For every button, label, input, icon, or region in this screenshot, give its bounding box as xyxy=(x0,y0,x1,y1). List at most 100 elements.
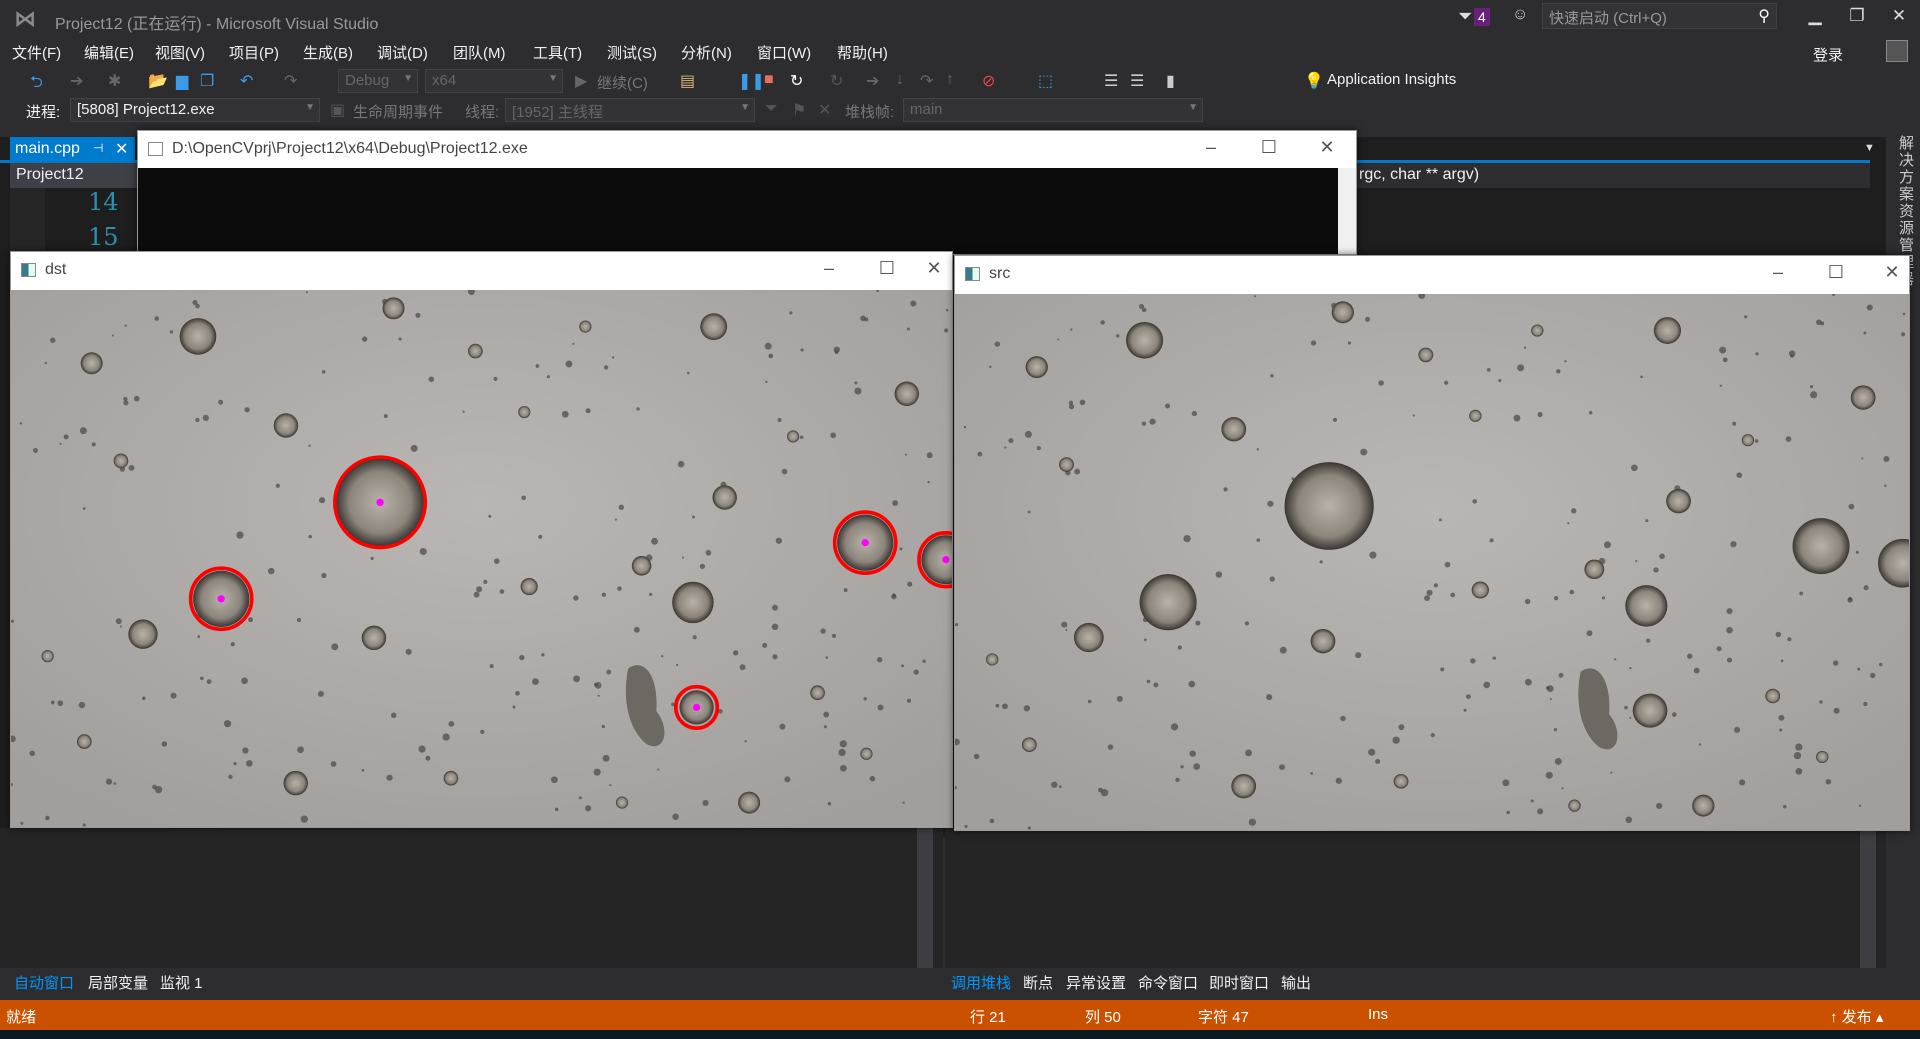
tab-locals[interactable]: 局部变量 xyxy=(88,972,148,993)
close-button[interactable]: ✕ xyxy=(919,258,949,279)
debris-dot xyxy=(602,754,610,762)
menu-analyze[interactable]: 分析(N) xyxy=(681,42,732,63)
scrollbar[interactable] xyxy=(917,828,933,968)
tab-command-window[interactable]: 命令窗口 xyxy=(1138,972,1198,993)
step-over-icon[interactable]: ↷ xyxy=(920,71,933,91)
menu-view[interactable]: 视图(V) xyxy=(155,42,205,63)
minimize-button[interactable]: ▁ xyxy=(1800,6,1830,26)
pin-icon[interactable]: ⊣ xyxy=(93,141,103,155)
step-into-icon[interactable]: ↓ xyxy=(896,71,904,89)
tab-breakpoints[interactable]: 断点 xyxy=(1023,972,1053,993)
attach-process-icon[interactable]: ▤ xyxy=(680,71,695,91)
uncomment-icon[interactable]: ☰ xyxy=(1130,71,1144,91)
config-dropdown[interactable]: Debug ▼ xyxy=(338,69,418,93)
minimize-button[interactable]: – xyxy=(1196,137,1226,158)
menu-team[interactable]: 团队(M) xyxy=(453,42,506,63)
console-scrollbar[interactable] xyxy=(1338,168,1356,254)
continue-button[interactable]: 继续(C) xyxy=(597,72,648,93)
stop-icon[interactable]: ■ xyxy=(764,71,774,89)
bookmark-icon[interactable]: ▮ xyxy=(1166,71,1175,91)
back-icon[interactable]: ⮌ xyxy=(30,71,43,98)
tab-immediate-window[interactable]: 即时窗口 xyxy=(1209,972,1269,993)
hot-reload-icon[interactable]: ↻ xyxy=(830,71,843,91)
pause-icon[interactable]: ❚❚ xyxy=(738,71,765,91)
lifecycle-events-button[interactable]: 生命周期事件 xyxy=(353,101,443,122)
feedback-icon[interactable]: ☺ xyxy=(1512,6,1528,24)
publish-button[interactable]: ↑ 发布 ▴ xyxy=(1830,1006,1883,1027)
debris-dot xyxy=(124,324,127,327)
quick-launch-input[interactable]: 快速启动 (Ctrl+Q) ⚲ xyxy=(1542,3,1777,29)
tab-watch1[interactable]: 监视 1 xyxy=(160,972,203,993)
stack-frame-dropdown[interactable]: main ▼ xyxy=(903,98,1203,122)
tab-list-dropdown-icon[interactable]: ▼ xyxy=(1864,142,1875,154)
project-dropdown[interactable]: Project12 xyxy=(10,163,137,188)
redo-icon[interactable]: ↷ xyxy=(284,71,297,91)
src-window[interactable]: src – ☐ ✕ xyxy=(954,255,1910,831)
console-output[interactable] xyxy=(138,168,1338,254)
login-link[interactable]: 登录 xyxy=(1813,44,1843,65)
maximize-button[interactable]: ☐ xyxy=(1254,137,1284,158)
maximize-button[interactable]: ☐ xyxy=(1821,262,1851,283)
tab-autos[interactable]: 自动窗口 xyxy=(14,972,74,993)
dst-title-bar[interactable]: dst – ☐ ✕ xyxy=(11,252,952,289)
debris-dot xyxy=(113,782,117,785)
console-title-bar[interactable]: D:\OpenCVprj\Project12\x64\Debug\Project… xyxy=(138,131,1356,168)
app-insights-button[interactable]: Application Insights xyxy=(1327,71,1456,88)
debris-dot xyxy=(1686,653,1693,659)
search-icon[interactable]: ⚲ xyxy=(1758,6,1770,26)
avatar[interactable] xyxy=(1886,40,1908,62)
restart-icon[interactable]: ↻ xyxy=(790,71,803,91)
src-title-bar[interactable]: src – ☐ ✕ xyxy=(955,256,1909,293)
maximize-button[interactable]: ☐ xyxy=(872,258,902,279)
debris-dot xyxy=(906,698,912,703)
new-project-icon[interactable]: ✱ xyxy=(108,71,121,91)
show-threads-icon[interactable]: ✕ xyxy=(818,100,831,120)
menu-build[interactable]: 生成(B) xyxy=(303,42,353,63)
tab-call-stack[interactable]: 调用堆栈 xyxy=(951,972,1011,993)
tab-output[interactable]: 输出 xyxy=(1281,972,1311,993)
close-button[interactable]: ✕ xyxy=(1877,262,1907,283)
breakpoints-icon[interactable]: ⊘ xyxy=(982,71,995,91)
console-window[interactable]: D:\OpenCVprj\Project12\x64\Debug\Project… xyxy=(137,130,1357,255)
select-icon[interactable]: ⬚ xyxy=(1038,71,1053,91)
forward-icon[interactable]: ➔ xyxy=(70,71,83,91)
menu-tools[interactable]: 工具(T) xyxy=(533,42,582,63)
step-out-icon[interactable]: ↑ xyxy=(946,71,954,89)
tab-exception-settings[interactable]: 异常设置 xyxy=(1066,972,1126,993)
platform-dropdown[interactable]: x64 ▼ xyxy=(425,69,563,93)
scrollbar[interactable] xyxy=(1860,828,1876,968)
show-next-statement-icon[interactable]: ➔ xyxy=(866,71,879,91)
close-button[interactable]: ✕ xyxy=(1312,137,1342,158)
save-all-icon[interactable]: ❐ xyxy=(200,71,214,91)
debris-dot xyxy=(1347,341,1352,345)
comment-icon[interactable]: ☰ xyxy=(1104,71,1118,91)
debris-dot xyxy=(79,427,87,435)
undo-icon[interactable]: ↶ xyxy=(240,71,253,91)
filter-icon[interactable]: ⏷ xyxy=(765,100,778,118)
menu-help[interactable]: 帮助(H) xyxy=(837,42,888,63)
open-file-icon[interactable]: 📂 xyxy=(148,71,168,91)
menu-window[interactable]: 窗口(W) xyxy=(757,42,811,63)
close-button[interactable]: ✕ xyxy=(1884,6,1914,26)
flag-icon[interactable]: ⚑ xyxy=(792,100,806,120)
menu-edit[interactable]: 编辑(E) xyxy=(84,42,134,63)
menu-file[interactable]: 文件(F) xyxy=(12,42,61,63)
debris-dot xyxy=(1191,410,1198,417)
process-dropdown[interactable]: [5808] Project12.exe ▼ xyxy=(70,98,320,122)
minimize-button[interactable]: – xyxy=(814,258,844,279)
function-dropdown[interactable]: rgc, char ** argv) xyxy=(1357,163,1870,188)
menu-debug[interactable]: 调试(D) xyxy=(377,42,428,63)
notification-flag-icon[interactable]: ⏷ xyxy=(1458,6,1472,27)
minimize-button[interactable]: – xyxy=(1763,262,1793,283)
line-number: 14 xyxy=(88,188,119,216)
play-icon[interactable]: ▶ xyxy=(575,71,587,91)
close-tab-icon[interactable]: ✕ xyxy=(115,139,128,159)
menu-test[interactable]: 测试(S) xyxy=(607,42,657,63)
notification-count[interactable]: 4 xyxy=(1474,8,1490,26)
debris-dot xyxy=(800,348,804,352)
restore-button[interactable]: ❐ xyxy=(1842,6,1872,26)
menu-project[interactable]: 项目(P) xyxy=(229,42,279,63)
thread-dropdown[interactable]: [1952] 主线程 ▼ xyxy=(505,98,755,122)
save-icon[interactable]: ▆ xyxy=(176,71,188,91)
dst-window[interactable]: dst – ☐ ✕ xyxy=(10,251,953,828)
